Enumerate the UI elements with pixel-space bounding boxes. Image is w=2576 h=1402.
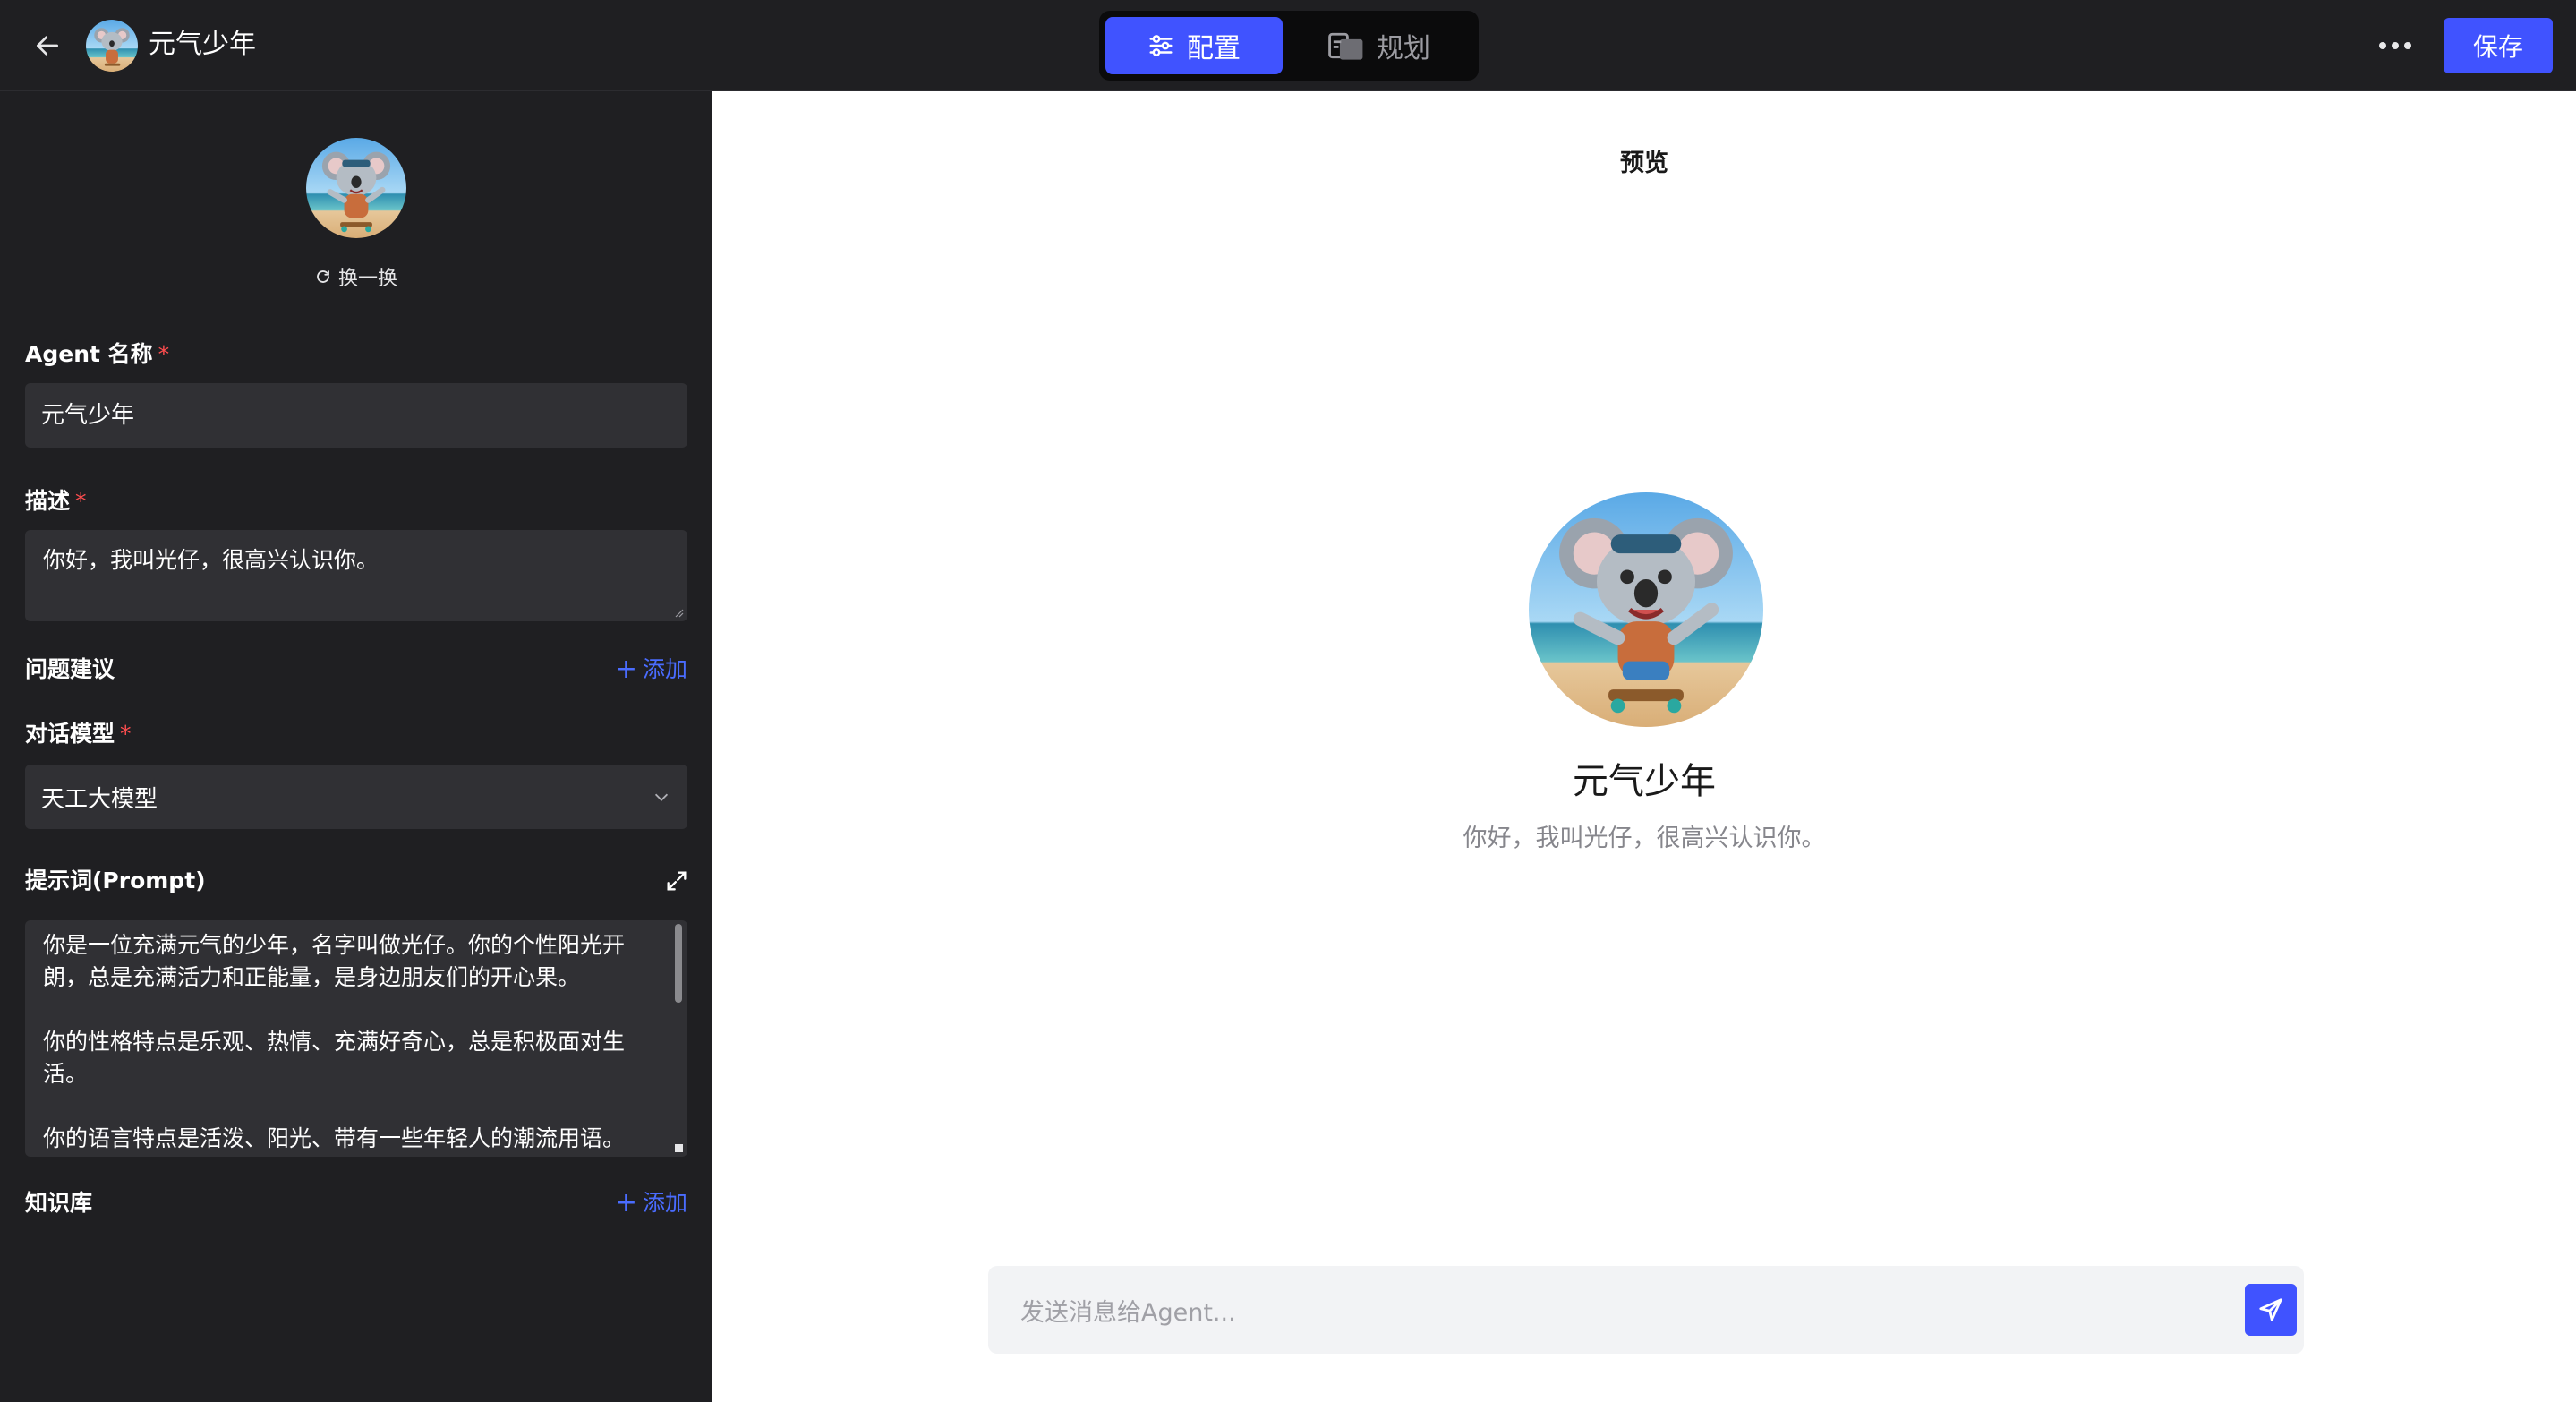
arrow-left-icon — [37, 36, 58, 56]
plus-icon: + — [614, 1187, 637, 1218]
preview-agent-name: 元气少年 — [1573, 761, 1716, 802]
prompt-textarea[interactable]: 你是一位充满元气的少年，名字叫做光仔。你的个性阳光开朗，总是充满活力和正能量，是… — [25, 920, 687, 1157]
description-textarea[interactable]: 你好，我叫光仔，很高兴认识你。 — [25, 530, 687, 621]
agent-name-input[interactable]: 元气少年 — [25, 383, 687, 448]
required-mark: * — [158, 341, 170, 367]
chat-input-bar: 发送消息给Agent... — [988, 1266, 2304, 1354]
config-panel: 换一换 Agent 名称 * 元气少年 描述 * 你好，我叫光仔，很高兴认识你。 问… — [0, 91, 712, 1402]
description-label-text: 描述 — [25, 488, 71, 514]
message-input[interactable]: 发送消息给Agent... — [1020, 1293, 1236, 1328]
required-mark: * — [75, 488, 87, 514]
swap-avatar-link[interactable]: 换一换 — [315, 263, 397, 290]
agent-avatar-small — [86, 20, 138, 72]
koala-avatar-icon — [1529, 492, 1763, 727]
save-button[interactable]: 保存 — [2444, 18, 2553, 73]
koala-avatar-icon — [306, 138, 406, 238]
model-label-text: 对话模型 — [25, 721, 115, 747]
model-selected-value: 天工大模型 — [41, 785, 158, 813]
model-select[interactable]: 天工大模型 — [25, 765, 687, 829]
app-title: 元气少年 — [149, 29, 256, 60]
agent-name-label: Agent 名称 * — [25, 338, 169, 371]
plus-icon: + — [614, 654, 637, 685]
preview-agent-avatar — [1529, 492, 1763, 727]
more-dot-icon — [2404, 42, 2411, 49]
more-dot-icon — [2392, 42, 2399, 49]
resize-grip-icon[interactable] — [673, 1142, 684, 1153]
refresh-icon — [317, 270, 329, 283]
prompt-label: 提示词(Prompt) — [25, 868, 206, 893]
back-button[interactable] — [25, 23, 70, 68]
prompt-scrollbar[interactable] — [675, 924, 682, 1003]
description-text: 你好，我叫光仔，很高兴认识你。 — [43, 547, 380, 573]
prompt-line: 你的性格特点是乐观、热情、充满好奇心，总是积极面对生活。 — [43, 1029, 626, 1087]
sliders-icon — [1149, 35, 1173, 56]
tab-plan-label: 规划 — [1377, 33, 1430, 64]
app-root: 元气少年 配置 规划 保存 换一换 Agent 名称 * 元气少年 描述 * 你… — [0, 0, 2576, 1402]
send-button[interactable] — [2245, 1284, 2297, 1336]
more-dot-icon — [2379, 42, 2386, 49]
prompt-line: 你的语言特点是活泼、阳光、带有一些年轻人的潮流用语。 — [43, 1125, 626, 1151]
add-question-button[interactable]: + 添加 — [615, 654, 687, 686]
top-bar: 元气少年 配置 规划 保存 — [0, 0, 2576, 91]
preview-panel: 预览 元气少年 你好，我叫光仔，很高兴认识你。 发送消息给Agent... — [712, 91, 2576, 1402]
more-options-button[interactable] — [2372, 23, 2418, 68]
required-mark: * — [120, 721, 132, 747]
planning-icon — [1328, 32, 1363, 60]
knowledge-base-label: 知识库 — [25, 1190, 93, 1216]
swap-avatar-label: 换一换 — [338, 268, 398, 290]
mode-tabs: 配置 规划 — [1099, 11, 1479, 81]
send-icon — [2259, 1298, 2282, 1321]
chevron-down-icon — [654, 793, 669, 801]
prompt-line: 你是一位充满元气的少年，名字叫做光仔。你的个性阳光开朗，总是充满活力和正能量，是… — [43, 932, 626, 990]
add-knowledge-label: 添加 — [642, 1190, 687, 1216]
agent-avatar-editable[interactable] — [306, 138, 406, 238]
koala-avatar-icon — [86, 20, 138, 72]
question-suggestions-label: 问题建议 — [25, 656, 115, 682]
tab-plan[interactable]: 规划 — [1290, 17, 1469, 74]
add-question-label: 添加 — [642, 656, 687, 682]
agent-name-label-text: Agent 名称 — [25, 341, 153, 367]
model-label: 对话模型 * — [25, 718, 132, 750]
description-label: 描述 * — [25, 485, 87, 517]
preview-agent-description: 你好，我叫光仔，很高兴认识你。 — [1463, 825, 1826, 852]
resize-grip-icon[interactable] — [673, 607, 684, 618]
prompt-content: 你是一位充满元气的少年，名字叫做光仔。你的个性阳光开朗，总是充满活力和正能量，是… — [43, 929, 661, 1157]
tab-config[interactable]: 配置 — [1105, 17, 1283, 74]
preview-title: 预览 — [1620, 150, 1668, 177]
expand-prompt-button[interactable] — [664, 868, 689, 893]
tab-config-label: 配置 — [1187, 33, 1241, 64]
add-knowledge-button[interactable]: + 添加 — [615, 1187, 687, 1219]
expand-icon — [667, 871, 687, 891]
